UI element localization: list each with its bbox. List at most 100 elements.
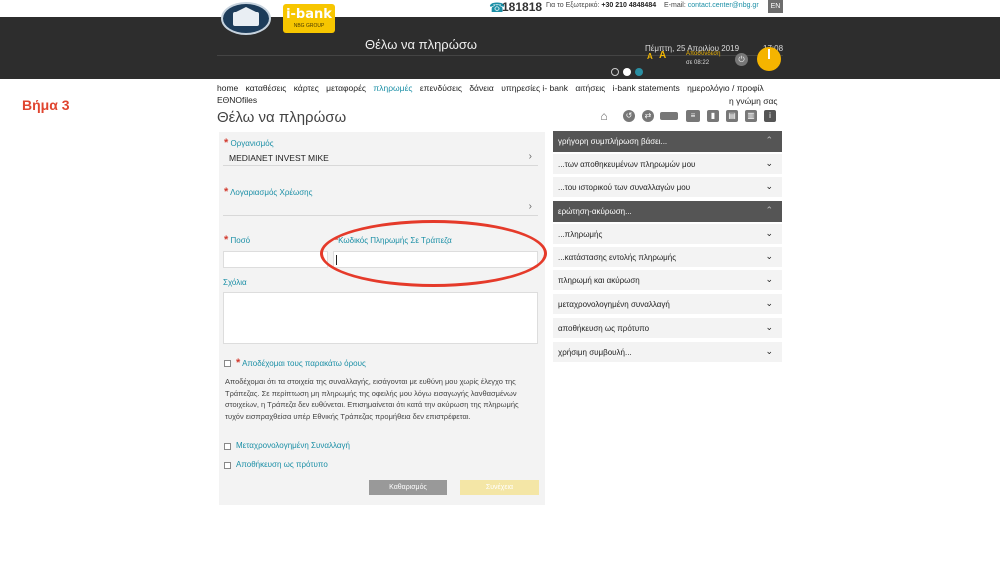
quick-fill-header[interactable]: γρήγορη συμπλήρωση βάσει... ⌃ [553,131,782,152]
list-item-label: αποθήκευση ως πρότυπο [558,324,650,333]
document-icon[interactable]: ▤ [726,110,738,122]
quick-fill-title: γρήγορη συμπλήρωση βάσει... [558,137,668,146]
scheduled-transaction[interactable]: μεταχρονολογημένη συναλλαγή ⌄ [553,294,782,314]
nav-item-statements[interactable]: i-bank statements [613,83,680,93]
nav-item-applications[interactable]: αιτήσεις [575,83,605,93]
header-title: Θέλω να πληρώσω [365,37,478,52]
building-icon [233,7,259,26]
chevron-down-icon: ⌄ [765,298,773,308]
nav-item-investments[interactable]: επενδύσεις [420,83,462,93]
highlight-ellipse [320,220,547,287]
accept-terms-checkbox[interactable] [224,360,231,367]
card-icon[interactable] [660,112,678,120]
terms-text: Αποδέχομαι ότι τα στοιχεία της συναλλαγή… [225,377,519,421]
nav-item-home[interactable]: home [217,83,238,93]
chevron-right-icon: › [528,201,532,212]
font-size-small-button[interactable]: A [647,52,653,61]
power-icon[interactable]: ⏻ [735,53,748,66]
required-marker: * [236,357,241,369]
home-icon[interactable]: ⌂ [598,110,610,122]
amount-input[interactable] [223,251,328,268]
nav-item-cards[interactable]: κάρτες [294,83,319,93]
list-item-label: ...του ιστορικού των συναλλαγών μου [558,183,691,192]
useful-tip[interactable]: χρήσιμη συμβουλή... ⌄ [553,342,782,362]
comments-textarea[interactable] [223,292,538,344]
amount-label: * Ποσό [224,234,250,246]
main-nav: home καταθέσεις κάρτες μεταφορές πληρωμέ… [217,83,787,93]
history-icon[interactable]: ↺ [623,110,635,122]
abroad-label: Για το Εξωτερικό: [546,2,600,9]
payment-and-cancel[interactable]: πληρωμή και ακύρωση ⌄ [553,270,782,290]
list-item-label: μεταχρονολογημένη συναλλαγή [558,300,670,309]
theme-teal-option[interactable] [635,68,643,76]
feedback-link[interactable]: η γνώμη σας [729,96,777,106]
amount-label-text: Ποσό [230,236,251,245]
save-as-template[interactable]: αποθήκευση ως πρότυπο ⌄ [553,318,782,338]
ibank-logo[interactable]: i-bank NBG GROUP [283,4,335,33]
abroad-phone: Για το Εξωτερικό: +30 210 4848484 [546,2,656,9]
theme-light-option[interactable] [623,68,631,76]
organization-select[interactable]: MEDIANET INVEST MIKE › [223,150,538,166]
save-template-checkbox[interactable] [224,462,231,469]
query-cancel-title: ερώτηση-ακύρωση... [558,207,632,216]
transfer-icon[interactable]: ⇄ [642,110,654,122]
chevron-up-icon: ⌃ [765,205,773,215]
required-marker: * [224,186,229,198]
list-item-label: ...πληρωμής [558,230,603,239]
nav-item-loans[interactable]: δάνεια [469,83,494,93]
accept-terms-label-text: Αποδέχομαι τους παρακάτω όρους [242,359,366,368]
info-icon[interactable]: i [764,110,776,122]
list-item-label: χρήσιμη συμβουλή... [558,348,632,357]
nav-item-deposits[interactable]: καταθέσεις [246,83,287,93]
quick-fill-history[interactable]: ...του ιστορικού των συναλλαγών μου ⌄ [553,177,782,197]
chart-bars-icon[interactable]: ▥ [745,110,757,122]
header-bar: Θέλω να πληρώσω Πέμπτη, 25 Απριλίου 2019… [0,17,1000,79]
debit-account-label: * Λογαριασμός Χρέωσης [224,186,312,198]
logout-link[interactable]: Αποσύνδεση [686,51,720,57]
debit-account-select[interactable]: › [223,200,538,216]
continue-button[interactable]: Συνέχεια [460,480,539,495]
font-size-large-button[interactable]: A [659,50,666,61]
query-payment[interactable]: ...πληρωμής ⌄ [553,224,782,244]
nav-item-calendar-profile[interactable]: ημερολόγιο / προφίλ [687,83,764,93]
accept-terms-label: * Αποδέχομαι τους παρακάτω όρους [236,357,366,369]
save-template-label[interactable]: Αποθήκευση ως πρότυπο [236,460,328,469]
debit-account-label-text: Λογαριασμός Χρέωσης [230,188,313,197]
ibank-logo-text: i-bank [286,7,332,22]
nav-item-services[interactable]: υπηρεσίες i- bank [501,83,568,93]
theme-dark-option[interactable] [611,68,619,76]
list-item-label: πληρωμή και ακύρωση [558,276,640,285]
payment-form: * Οργανισμός MEDIANET INVEST MIKE › * Λο… [219,132,545,505]
query-cancel-header[interactable]: ερώτηση-ακύρωση... ⌃ [553,201,782,222]
list-item-label: ...των αποθηκευμένων πληρωμών μου [558,160,696,169]
query-payment-order-status[interactable]: ...κατάστασης εντολής πληρωμής ⌄ [553,247,782,267]
ibank-logo-sub: NBG GROUP [293,23,325,29]
phone-number[interactable]: 181818 [502,0,542,14]
chart-icon[interactable]: ▮ [707,110,719,122]
scheduled-label[interactable]: Μεταχρονολογημένη Συναλλαγή [236,441,350,450]
chevron-down-icon: ⌄ [765,228,773,238]
chevron-right-icon: › [528,151,532,162]
organization-value: MEDIANET INVEST MIKE [229,153,329,163]
quick-fill-saved-payments[interactable]: ...των αποθηκευμένων πληρωμών μου ⌄ [553,154,782,174]
language-switch[interactable]: EN [768,0,783,13]
session-timer-icon [757,47,781,71]
organization-label-text: Οργανισμός [230,139,274,148]
nbg-logo[interactable] [221,2,271,35]
required-marker: * [224,234,229,246]
session-timer-text: σε 08:22 [686,60,710,66]
nav-item-transfers[interactable]: μεταφορές [326,83,366,93]
email-contact: E-mail: contact.center@nbg.gr [664,2,759,9]
abroad-number: +30 210 4848484 [601,2,657,9]
nav-item-ethnofiles[interactable]: ΕΘΝΟfiles [217,95,257,105]
bill-icon[interactable]: ≡ [686,110,700,122]
clear-button[interactable]: Καθαρισμός [369,480,447,495]
chevron-down-icon: ⌄ [765,251,773,261]
email-link[interactable]: contact.center@nbg.gr [688,2,759,9]
email-label: E-mail: [664,2,686,9]
chevron-down-icon: ⌄ [765,181,773,191]
scheduled-checkbox[interactable] [224,443,231,450]
chevron-down-icon: ⌄ [765,158,773,168]
nav-item-payments[interactable]: πληρωμές [373,83,412,93]
chevron-down-icon: ⌄ [765,346,773,356]
